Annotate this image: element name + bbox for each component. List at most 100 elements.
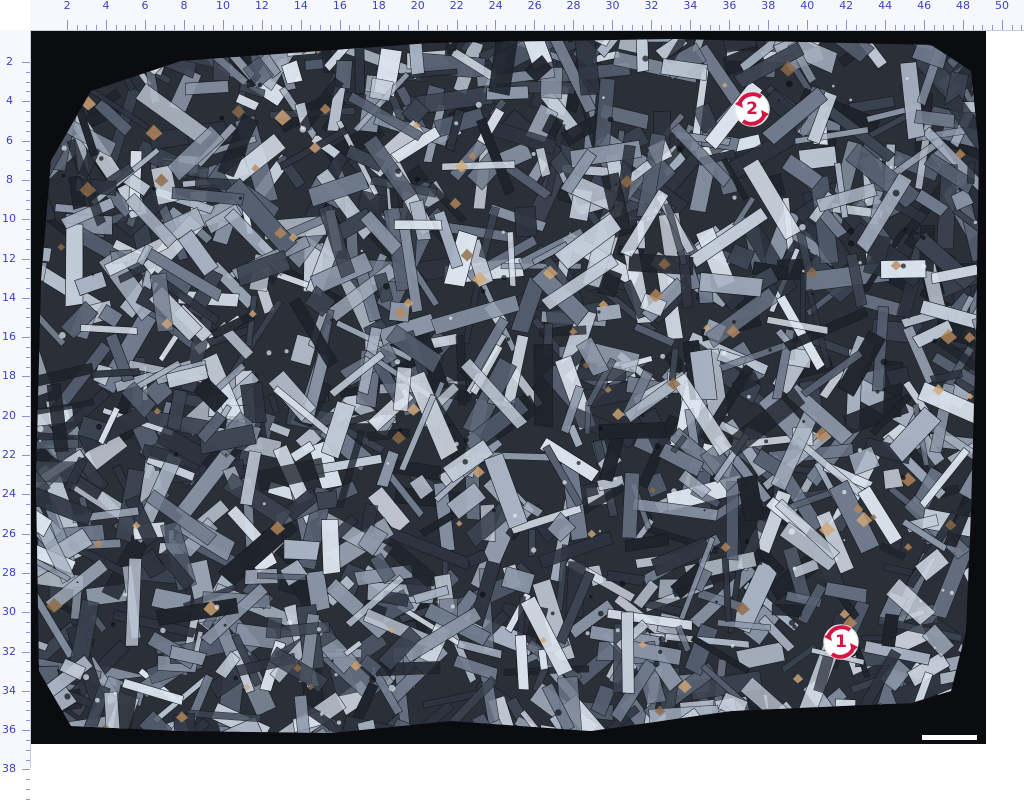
ruler-left-minor-tick <box>26 710 30 712</box>
grain-speck <box>905 77 909 80</box>
ruler-left-minor-tick <box>26 602 30 604</box>
rotation-marker-1[interactable]: 1 <box>816 617 866 667</box>
crystal-grain <box>50 39 108 79</box>
ruler-left-minor-tick <box>26 563 30 565</box>
ruler-left-minor-tick <box>26 396 30 398</box>
ruler-left-minor-tick <box>26 631 30 633</box>
grain-speck <box>880 358 888 366</box>
ruler-top-minor-tick <box>242 25 244 30</box>
ruler-top-minor-tick <box>797 25 799 30</box>
grain-speck <box>562 480 567 485</box>
grain-speck <box>479 591 486 598</box>
ruler-top-label: 30 <box>605 0 620 12</box>
ruler-left-label: 32 <box>2 644 16 658</box>
grain-speck <box>658 636 665 642</box>
grain-speck <box>238 196 243 200</box>
ruler-left-minor-tick <box>26 720 30 722</box>
ruler-top-minor-tick <box>602 25 604 30</box>
ruler-top-label: 14 <box>293 0 308 12</box>
grain-speck <box>672 732 678 733</box>
grain-speck <box>287 619 293 625</box>
ruler-top-minor-tick <box>992 25 994 30</box>
ruler-top-minor-tick <box>982 25 984 30</box>
grain-speck <box>848 240 855 247</box>
grain-speck <box>802 269 805 273</box>
ruler-top-minor-tick <box>719 25 721 30</box>
ruler-top-tick <box>300 20 302 30</box>
ruler-top-minor-tick <box>875 25 877 30</box>
grain-speck <box>933 646 936 649</box>
ruler-left-minor-tick <box>26 130 30 132</box>
grain-speck <box>973 220 978 225</box>
marker-label-1: 1 <box>835 632 847 652</box>
crystal-grain <box>893 703 919 727</box>
crystal-grain <box>51 54 72 83</box>
grain-speck <box>383 283 390 290</box>
ruler-top-label: 12 <box>254 0 269 12</box>
crystal-grain <box>320 519 341 575</box>
crystal-grain <box>46 39 73 108</box>
grain-speck <box>615 183 618 186</box>
crystal-grain <box>832 702 885 733</box>
ruler-top-minor-tick <box>320 25 322 30</box>
ruler-top-minor-tick <box>758 25 760 30</box>
crystal-grain <box>440 725 512 733</box>
grain-speck <box>892 189 900 197</box>
grain-speck <box>338 50 341 53</box>
grain-speck <box>858 261 862 265</box>
grain-speck <box>78 40 84 46</box>
ruler-left-minor-tick <box>26 425 30 427</box>
ruler-top-minor-tick <box>281 25 283 30</box>
grain-speck <box>900 263 906 269</box>
grain-speck <box>61 174 66 178</box>
crystal-grain <box>46 58 74 80</box>
grain-speck <box>531 152 536 156</box>
ruler-top-label: 20 <box>410 0 425 12</box>
grain-speck <box>875 389 880 394</box>
ruler-left-tick <box>22 337 30 339</box>
rotation-marker-2[interactable]: 2 <box>727 84 777 134</box>
ruler-top-minor-tick <box>514 25 516 30</box>
grain-speck <box>642 55 649 62</box>
grain-speck <box>660 353 666 359</box>
grain-speck <box>721 350 727 356</box>
grain-speck <box>788 528 796 535</box>
ruler-left-minor-tick <box>26 405 30 407</box>
ruler-left-minor-tick <box>26 356 30 358</box>
ruler-top-tick <box>846 20 847 30</box>
ruler-left-tick <box>22 219 30 221</box>
ruler-top-minor-tick <box>865 25 867 30</box>
ruler-left-tick <box>22 494 30 496</box>
ruler-top-minor-tick <box>670 25 672 30</box>
ruler-left-minor-tick <box>26 81 30 83</box>
grain-speck <box>59 332 66 339</box>
grain-speck <box>105 39 109 42</box>
grain-speck <box>47 31 53 36</box>
grain-speck <box>977 698 979 702</box>
crystal-grain <box>393 219 443 231</box>
crystal-grain <box>349 39 401 46</box>
grain-speck <box>744 539 750 545</box>
grain-speck <box>750 31 756 34</box>
grain-speck <box>799 224 806 231</box>
ruler-left-minor-tick <box>26 317 30 319</box>
ruler-left-minor-tick <box>26 622 30 624</box>
ruler-left-label: 10 <box>2 212 16 226</box>
ruler-top-tick <box>339 20 341 30</box>
grain-speck <box>585 631 590 636</box>
grain-speck <box>449 316 453 320</box>
ruler-top-tick <box>144 20 146 30</box>
ruler-top-minor-tick <box>738 25 740 30</box>
ruler-top-minor-tick <box>953 25 955 30</box>
grain-speck <box>290 70 293 73</box>
grain-speck <box>262 502 266 506</box>
grain-speck <box>123 592 128 597</box>
ruler-left-minor-tick <box>26 749 30 751</box>
grain-speck <box>555 709 562 716</box>
grain-speck <box>501 275 507 281</box>
ruler-top-minor-tick <box>213 25 215 30</box>
ruler-top-minor-tick <box>86 25 88 30</box>
ruler-left-tick <box>22 769 30 771</box>
crystal-grain <box>212 39 231 82</box>
ruler-top-tick <box>884 20 886 30</box>
